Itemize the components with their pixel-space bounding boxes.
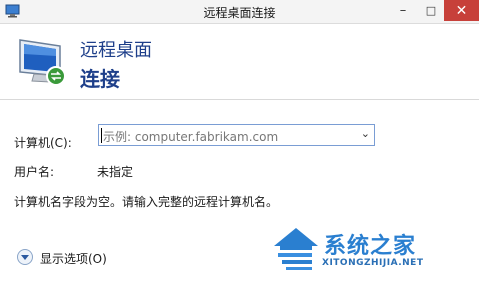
warning-message: 计算机名字段为空。请输入完整的远程计算机名。 xyxy=(14,195,279,209)
show-options-link[interactable]: 显示选项(O) xyxy=(40,250,107,267)
computer-label: 计算机(C): xyxy=(14,136,72,150)
watermark-text: 系统之家 xyxy=(324,234,417,259)
watermark-logo-icon xyxy=(274,228,318,270)
user-name-value: 未指定 xyxy=(97,165,134,179)
user-name-label: 用户名: xyxy=(14,165,55,179)
text-caret xyxy=(101,128,102,143)
watermark-url: XITONGZHIJIA.NET xyxy=(322,258,424,268)
title-bar: 远程桌面连接 – □ ✕ xyxy=(0,0,479,24)
expand-options-icon[interactable] xyxy=(17,249,33,265)
header-title-line1: 远程桌面 xyxy=(80,40,152,61)
header-banner: 远程桌面 连接 xyxy=(0,24,479,100)
computer-input-placeholder[interactable]: 示例: computer.fabrikam.com xyxy=(103,128,278,145)
chevron-down-icon[interactable]: ⌄ xyxy=(361,127,370,140)
header-title-line2: 连接 xyxy=(80,67,120,91)
minimize-button[interactable]: – xyxy=(388,0,418,22)
maximize-button[interactable]: □ xyxy=(419,0,443,22)
remote-desktop-logo-icon xyxy=(19,39,66,86)
close-button[interactable]: ✕ xyxy=(444,0,479,21)
computer-combobox[interactable]: 示例: computer.fabrikam.com ⌄ xyxy=(98,124,375,146)
watermark: 系统之家 XITONGZHIJIA.NET xyxy=(266,220,476,284)
